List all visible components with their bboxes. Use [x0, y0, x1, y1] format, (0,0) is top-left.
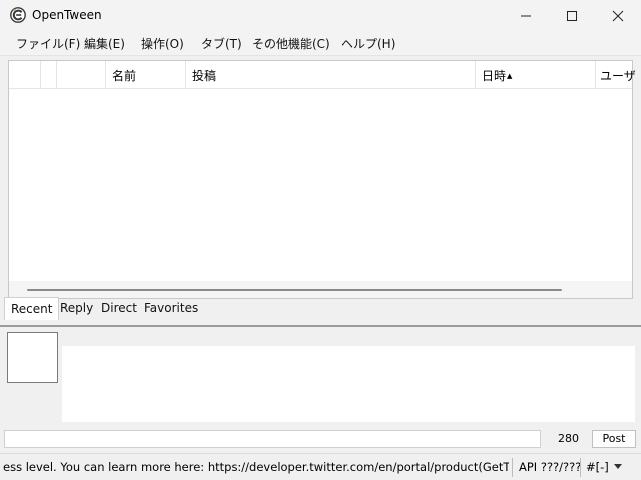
- column-header-user[interactable]: ユーザ: [600, 67, 636, 84]
- menu-file[interactable]: ファイル(F): [16, 35, 80, 52]
- column-separator[interactable]: [56, 61, 57, 88]
- column-separator[interactable]: [105, 61, 106, 88]
- menu-bar: ファイル(F) 編集(E) 操作(O) タブ(T) その他機能(C) ヘルプ(H…: [0, 31, 641, 56]
- status-message: ess level. You can learn more here: http…: [3, 460, 509, 474]
- menu-tab[interactable]: タブ(T): [201, 35, 242, 52]
- column-separator[interactable]: [40, 61, 41, 88]
- horizontal-scrollbar[interactable]: [9, 281, 632, 298]
- column-header-datetime[interactable]: 日時▲: [482, 67, 512, 84]
- column-header-post[interactable]: 投稿: [192, 67, 216, 84]
- status-separator: [512, 458, 513, 477]
- sort-ascending-icon: ▲: [507, 72, 513, 80]
- tab-recent[interactable]: Recent: [4, 297, 60, 320]
- tab-direct[interactable]: Direct: [95, 298, 143, 319]
- post-detail-view[interactable]: [62, 346, 635, 422]
- post-button[interactable]: Post: [592, 430, 636, 448]
- close-button[interactable]: [595, 0, 641, 31]
- column-header-datetime-label: 日時: [482, 69, 507, 83]
- menu-help[interactable]: ヘルプ(H): [341, 35, 395, 52]
- maximize-icon: [567, 10, 577, 21]
- maximize-button[interactable]: [549, 0, 595, 31]
- status-text-input[interactable]: [4, 430, 541, 448]
- api-rate-limit[interactable]: API ???/???: [519, 460, 581, 474]
- user-avatar[interactable]: [7, 332, 58, 383]
- tab-favorites[interactable]: Favorites: [138, 298, 204, 319]
- list-header: 名前 投稿 日時▲ ユーザ: [9, 61, 636, 89]
- menu-other-functions[interactable]: その他機能(C): [252, 35, 330, 52]
- column-separator[interactable]: [595, 61, 596, 88]
- status-separator: [580, 458, 581, 477]
- menu-operation[interactable]: 操作(O): [141, 35, 184, 52]
- title-bar[interactable]: OpenTween: [0, 0, 641, 31]
- column-header-name[interactable]: 名前: [112, 67, 136, 84]
- tab-reply[interactable]: Reply: [54, 298, 99, 319]
- app-window: OpenTween ファイル(F) 編集(E) 操作(O) タブ(T) その他機…: [0, 0, 641, 480]
- minimize-icon: [521, 15, 531, 16]
- timeline-list[interactable]: 名前 投稿 日時▲ ユーザ: [8, 60, 636, 299]
- column-separator[interactable]: [185, 61, 186, 88]
- remaining-char-count: 280: [558, 432, 579, 445]
- chevron-down-icon[interactable]: [614, 464, 622, 469]
- status-bar: ess level. You can learn more here: http…: [0, 453, 641, 480]
- scrollbar-thumb[interactable]: [27, 289, 562, 291]
- close-icon: [612, 10, 624, 21]
- window-title: OpenTween: [32, 8, 102, 22]
- minimize-button[interactable]: [503, 0, 549, 31]
- opentween-app-icon: [10, 7, 26, 23]
- column-separator[interactable]: [475, 61, 476, 88]
- tab-status[interactable]: #[-]: [586, 460, 609, 474]
- menu-edit[interactable]: 編集(E): [84, 35, 125, 52]
